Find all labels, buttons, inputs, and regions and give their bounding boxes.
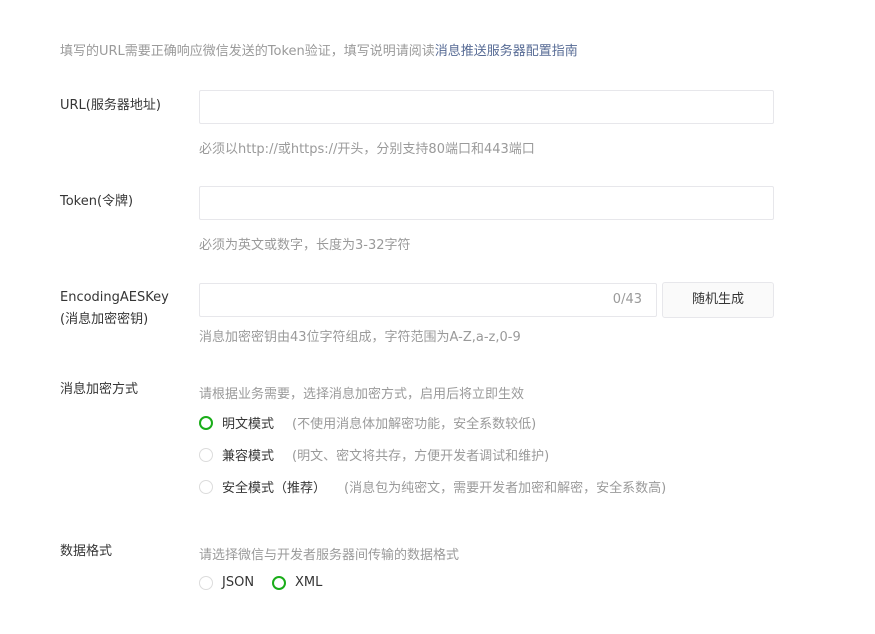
encryption-option-secure[interactable]: 安全模式（推荐） (消息包为纯密文，需要开发者加密和解密，安全系数高)	[199, 477, 666, 496]
encryption-option-plaintext[interactable]: 明文模式 (不使用消息体加解密功能，安全系数较低)	[199, 413, 536, 432]
aeskey-label-line2: (消息加密密钥)	[60, 312, 149, 327]
encryption-option-label: 安全模式（推荐）	[222, 481, 327, 496]
encryption-option-desc: (明文、密文将共存，方便开发者调试和维护)	[292, 449, 550, 464]
format-option-label: JSON	[222, 575, 255, 590]
radio-checked-icon[interactable]	[272, 575, 286, 590]
url-label: URL(服务器地址)	[60, 98, 161, 113]
token-label: Token(令牌)	[60, 194, 134, 209]
aeskey-label: EncodingAESKey (消息加密密钥)	[60, 287, 169, 331]
token-input[interactable]	[199, 186, 774, 220]
encryption-label: 消息加密方式	[60, 382, 139, 397]
aeskey-label-line1: EncodingAESKey	[60, 290, 169, 305]
aeskey-hint: 消息加密密钥由43位字符组成，字符范围为A-Z,a-z,0-9	[199, 330, 521, 345]
encryption-option-label: 兼容模式	[222, 449, 275, 464]
aeskey-char-counter: 0/43	[612, 292, 642, 307]
encryption-hint: 请根据业务需要，选择消息加密方式，启用后将立即生效	[199, 387, 525, 402]
encryption-option-desc: (不使用消息体加解密功能，安全系数较低)	[292, 417, 537, 432]
intro-description: 填写的URL需要正确响应微信发送的Token验证，填写说明请阅读	[60, 44, 435, 59]
radio-unchecked-icon[interactable]	[199, 447, 213, 462]
random-generate-button[interactable]: 随机生成	[662, 282, 774, 318]
encryption-option-compatible[interactable]: 兼容模式 (明文、密文将共存，方便开发者调试和维护)	[199, 445, 549, 464]
format-option-xml[interactable]: XML	[272, 575, 322, 590]
format-option-label: XML	[295, 575, 323, 590]
format-label: 数据格式	[60, 544, 113, 559]
url-hint: 必须以http://或https://开头，分别支持80端口和443端口	[199, 142, 535, 157]
encryption-option-desc: (消息包为纯密文，需要开发者加密和解密，安全系数高)	[344, 481, 667, 496]
url-input[interactable]	[199, 90, 774, 124]
format-hint: 请选择微信与开发者服务器间传输的数据格式	[199, 548, 460, 563]
encryption-option-label: 明文模式	[222, 417, 275, 432]
radio-unchecked-icon[interactable]	[199, 575, 213, 590]
config-guide-link[interactable]: 消息推送服务器配置指南	[435, 44, 578, 59]
format-option-json[interactable]: JSON	[199, 575, 254, 590]
intro-text: 填写的URL需要正确响应微信发送的Token验证，填写说明请阅读消息推送服务器配…	[60, 40, 578, 59]
radio-unchecked-icon[interactable]	[199, 479, 213, 494]
token-hint: 必须为英文或数字，长度为3-32字符	[199, 238, 411, 253]
aeskey-input[interactable]: 0/43	[199, 283, 657, 317]
radio-checked-icon[interactable]	[199, 415, 213, 430]
